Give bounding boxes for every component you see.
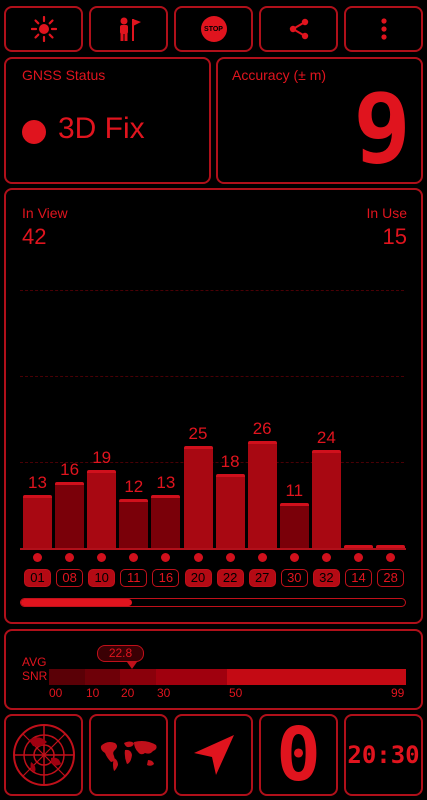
snr-bar-value: 25 xyxy=(188,423,208,443)
snr-bar-value: 24 xyxy=(316,427,336,447)
in-view-count: 42 xyxy=(22,224,47,249)
snr-bar-value: 18 xyxy=(220,452,240,472)
stop-label: STOP xyxy=(204,25,223,33)
speed-value: 0 xyxy=(276,712,321,798)
snr-bar xyxy=(87,470,117,548)
clock-time: 20:30 xyxy=(347,741,420,769)
satellite-dot xyxy=(354,553,363,562)
snr-bar xyxy=(119,498,149,548)
snr-bar xyxy=(55,482,85,548)
satellite-dot xyxy=(257,553,267,562)
accuracy-value: 9 xyxy=(353,73,411,185)
overflow-menu-button[interactable] xyxy=(344,6,423,52)
brightness-button[interactable] xyxy=(4,6,83,52)
brightness-icon xyxy=(30,16,57,42)
snr-bar xyxy=(183,445,213,548)
satellite-prn-label: 32 xyxy=(312,569,340,587)
snr-tick: 50 xyxy=(229,686,243,700)
in-use-label: In Use xyxy=(366,205,407,221)
satellite-prn-label: 30 xyxy=(280,569,308,587)
sky-progress-fill xyxy=(21,599,133,606)
satellite-dot xyxy=(321,553,331,562)
sky-view-button[interactable] xyxy=(4,714,83,796)
snr-tick: 30 xyxy=(157,686,171,700)
person-flag-button[interactable] xyxy=(89,6,168,52)
snr-bar xyxy=(23,494,52,548)
gnss-status-title: GNSS Status xyxy=(22,67,106,83)
satellite-prn-label: 28 xyxy=(377,569,405,587)
snr-bar-empty xyxy=(344,545,373,548)
satellite-dot xyxy=(225,553,235,562)
snr-bar-value: 12 xyxy=(124,476,144,496)
grid-line-middle xyxy=(20,376,404,377)
overflow-menu-icon xyxy=(380,18,387,40)
sky-progress-track[interactable] xyxy=(20,598,406,607)
satellite-dot xyxy=(193,553,203,562)
snr-tick: 99 xyxy=(391,686,405,700)
navigation-arrow-icon xyxy=(193,735,234,775)
share-icon xyxy=(289,18,308,40)
snr-bar xyxy=(151,494,181,548)
avg-marker-pointer xyxy=(127,662,137,669)
satellite-prn-label: 08 xyxy=(56,569,84,587)
snr-bar-empty xyxy=(376,545,406,548)
satellite-dot xyxy=(33,553,42,562)
world-map-button[interactable] xyxy=(89,714,168,796)
snr-bar-value: 26 xyxy=(252,419,272,439)
snr-bar-value: 16 xyxy=(60,460,80,480)
chart-baseline xyxy=(20,548,406,550)
snr-bar-value: 13 xyxy=(156,472,176,492)
satellite-prn-label: 22 xyxy=(216,569,244,587)
snr-bar-value: 13 xyxy=(28,472,47,492)
person-flag-icon xyxy=(119,17,141,41)
stop-icon: STOP xyxy=(200,16,227,42)
avg-value-marker: 22.8 xyxy=(97,645,144,662)
world-map-icon xyxy=(100,741,157,771)
snr-bar-value: 19 xyxy=(92,448,112,468)
avg-value: 22.8 xyxy=(108,646,133,660)
snr-tick: 20 xyxy=(121,686,135,700)
navigation-button[interactable] xyxy=(174,714,253,796)
grid-line-top xyxy=(20,290,404,291)
snr-tick: 10 xyxy=(86,686,100,700)
snr-tick: 00 xyxy=(49,686,63,700)
snr-bar xyxy=(279,502,309,548)
avg-label: AVG xyxy=(22,655,47,669)
in-use-count: 15 xyxy=(382,224,407,249)
satellite-prn-label: 16 xyxy=(152,569,180,587)
speed-display[interactable]: 0 xyxy=(259,714,338,796)
snr-bar xyxy=(247,441,277,548)
snr-bar-value: 11 xyxy=(285,480,304,500)
in-view-label: In View xyxy=(22,205,68,221)
satellite-dot xyxy=(289,553,299,562)
snr-label: SNR xyxy=(22,669,48,683)
satellite-prn-label: 14 xyxy=(345,569,372,587)
satellite-prn-label: 27 xyxy=(248,569,276,587)
snr-bar xyxy=(215,474,245,548)
snr-bar xyxy=(311,449,341,548)
accuracy-title: Accuracy (± m) xyxy=(232,67,327,83)
stop-button[interactable]: STOP xyxy=(174,6,253,52)
satellite-prn-label: 01 xyxy=(24,569,51,587)
accuracy-panel[interactable]: Accuracy (± m) 9 xyxy=(216,57,423,184)
radar-icon xyxy=(12,724,75,786)
satellite-prn-label: 20 xyxy=(184,569,212,587)
fix-indicator-dot xyxy=(22,120,46,144)
snr-scale xyxy=(49,669,406,685)
gnss-status-panel[interactable]: GNSS Status 3D Fix xyxy=(4,57,211,184)
fix-status-text: 3D Fix xyxy=(58,112,145,145)
share-button[interactable] xyxy=(259,6,338,52)
satellite-prn-label: 10 xyxy=(88,569,116,587)
clock-display[interactable]: 20:30 xyxy=(344,714,423,796)
satellite-prn-label: 11 xyxy=(120,569,148,587)
